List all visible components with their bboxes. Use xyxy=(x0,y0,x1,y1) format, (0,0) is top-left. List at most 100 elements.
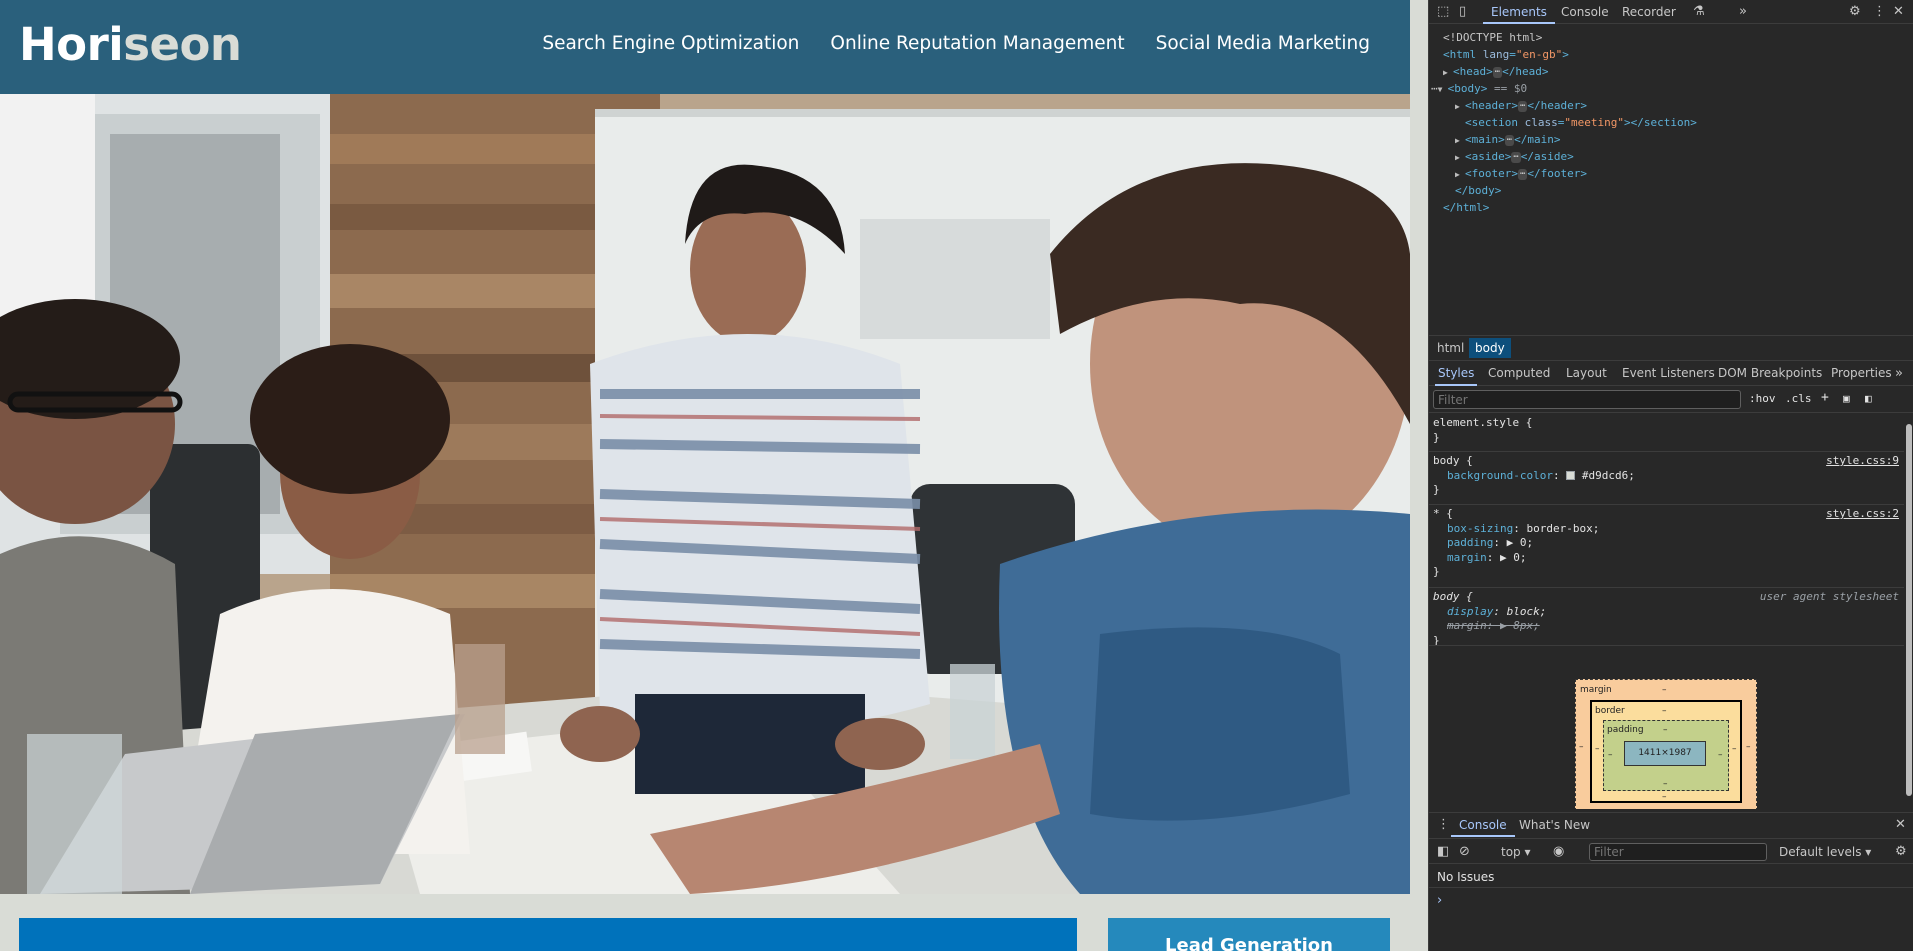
source-link[interactable]: style.css:9 xyxy=(1826,454,1899,469)
rule-body-bg[interactable]: style.css:9 body { background-color: #d9… xyxy=(1433,454,1903,498)
border-left-value: – xyxy=(1595,744,1600,754)
tab-console[interactable]: Console xyxy=(1553,0,1617,24)
padding-bottom-value: – xyxy=(1663,779,1668,789)
dom-main[interactable]: ▶ <main> ⋯ </main> xyxy=(1455,131,1561,149)
aside-title: Lead Generation xyxy=(1165,935,1333,951)
dom-body-close[interactable]: </body> xyxy=(1455,182,1501,199)
tab-styles[interactable]: Styles xyxy=(1435,361,1478,386)
more-tabs-icon[interactable]: » xyxy=(1739,0,1747,24)
logo-text-main: Hori xyxy=(19,18,124,71)
drawer-tab-whats-new[interactable]: What's New xyxy=(1511,813,1598,837)
devtools-panel: ⬚ ▯ Elements Console Recorder ⚗ » ⚙ ⋮ ✕ … xyxy=(1428,0,1913,951)
default-levels-dropdown[interactable]: Default levels ▾ xyxy=(1779,840,1871,864)
styles-pane: element.style { } style.css:9 body { bac… xyxy=(1429,414,1904,809)
tab-event-listeners[interactable]: Event Listeners xyxy=(1619,361,1718,386)
tab-layout[interactable]: Layout xyxy=(1563,361,1610,386)
box-model-padding-label: padding xyxy=(1607,725,1644,735)
paint-brush-icon[interactable]: ▣ xyxy=(1843,392,1850,405)
collapse-icon[interactable]: ▼ xyxy=(1438,81,1448,98)
more-options-icon[interactable]: ⋮ xyxy=(1873,0,1886,24)
eye-icon[interactable]: ◉ xyxy=(1553,840,1564,864)
box-model-content[interactable]: 1411×1987 xyxy=(1624,741,1706,766)
close-drawer-icon[interactable]: ✕ xyxy=(1895,813,1906,837)
expand-icon[interactable]: ▶ xyxy=(1455,98,1465,115)
user-agent-label: user agent stylesheet xyxy=(1759,590,1899,603)
expand-icon[interactable]: ▶ xyxy=(1443,64,1453,81)
box-model-padding: padding – – – – 1411×1987 xyxy=(1603,720,1729,791)
styles-scrollbar[interactable] xyxy=(1904,414,1913,809)
cls-toggle[interactable]: .cls xyxy=(1785,392,1812,405)
styles-scroll-thumb[interactable] xyxy=(1906,424,1912,796)
expand-icon[interactable]: ▶ xyxy=(1455,132,1465,149)
hero-image-meeting xyxy=(0,94,1410,894)
device-toolbar-icon[interactable]: ▯ xyxy=(1459,0,1466,24)
crumb-html[interactable]: html xyxy=(1431,338,1470,358)
rule-universal[interactable]: style.css:2 * { box-sizing: border-box; … xyxy=(1433,507,1903,580)
tab-computed[interactable]: Computed xyxy=(1485,361,1553,386)
breadcrumb: html body xyxy=(1429,335,1913,359)
site-logo[interactable]: Horiseon xyxy=(19,18,242,71)
border-bottom-value: – xyxy=(1662,792,1667,802)
color-swatch-icon[interactable] xyxy=(1566,471,1576,480)
tab-elements[interactable]: Elements xyxy=(1483,0,1555,24)
flask-icon: ⚗ xyxy=(1693,4,1705,19)
dom-section[interactable]: <section class="meeting"></section> xyxy=(1465,114,1697,131)
website-viewport: Horiseon Search Engine Optimization Onli… xyxy=(0,0,1410,951)
crumb-body[interactable]: body xyxy=(1469,338,1511,358)
drawer-menu-icon[interactable]: ⋮ xyxy=(1437,813,1450,837)
padding-left-value: – xyxy=(1608,750,1613,760)
context-select[interactable]: top ▾ xyxy=(1501,840,1531,864)
margin-left-value: – xyxy=(1579,742,1584,752)
tab-recorder[interactable]: Recorder xyxy=(1614,0,1684,24)
border-top-value: – xyxy=(1662,706,1667,716)
no-issues-text: No Issues xyxy=(1437,870,1495,884)
console-sidebar-icon[interactable]: ◧ xyxy=(1437,840,1449,864)
elements-subtabs: Styles Computed Layout Event Listeners D… xyxy=(1429,360,1913,386)
margin-right-value: – xyxy=(1746,742,1751,752)
styles-filter-input[interactable] xyxy=(1433,390,1741,409)
close-devtools-icon[interactable]: ✕ xyxy=(1893,0,1904,24)
new-rule-icon[interactable]: + xyxy=(1821,390,1829,405)
box-model-border-label: border xyxy=(1595,706,1625,716)
margin-top-value: – xyxy=(1662,685,1667,695)
devtools-toolbar: ⬚ ▯ Elements Console Recorder ⚗ » ⚙ ⋮ ✕ xyxy=(1429,0,1913,24)
source-link[interactable]: style.css:2 xyxy=(1826,507,1899,522)
clear-console-icon[interactable]: ⊘ xyxy=(1459,840,1470,864)
dom-footer[interactable]: ▶ <footer> ⋯ </footer> xyxy=(1455,165,1587,183)
console-input-divider xyxy=(1429,887,1913,888)
expand-icon[interactable]: ▶ xyxy=(1455,149,1465,166)
more-subtabs-icon[interactable]: » xyxy=(1895,362,1903,386)
dom-head[interactable]: ▶ <head> ⋯ </head> xyxy=(1443,63,1549,81)
hov-toggle[interactable]: :hov xyxy=(1749,392,1776,405)
padding-right-value: – xyxy=(1718,750,1723,760)
dom-aside[interactable]: ▶ <aside> ⋯ </aside> xyxy=(1455,148,1574,166)
styles-filter-row: :hov .cls + ▣ ◧ xyxy=(1429,387,1913,413)
drawer-tab-console[interactable]: Console xyxy=(1451,813,1515,837)
default-levels-label: Default levels xyxy=(1779,845,1862,859)
box-model-diagram: margin – – – border – – – – padding – – … xyxy=(1575,679,1757,809)
aside-box: Lead Generation xyxy=(1108,918,1390,951)
settings-icon[interactable]: ⚙ xyxy=(1849,0,1861,24)
console-filter-input[interactable] xyxy=(1589,843,1767,861)
console-prompt[interactable]: › xyxy=(1437,893,1442,908)
console-toolbar: ◧ ⊘ top ▾ ◉ Default levels ▾ ⚙ xyxy=(1429,838,1913,864)
site-header: Horiseon Search Engine Optimization Onli… xyxy=(0,0,1410,94)
logo-text-accent: seon xyxy=(123,18,242,71)
dom-doctype[interactable]: <!DOCTYPE html> xyxy=(1443,29,1542,46)
tab-dom-breakpoints[interactable]: DOM Breakpoints xyxy=(1715,361,1825,386)
rule-element-style[interactable]: element.style { } xyxy=(1433,416,1903,445)
tab-properties[interactable]: Properties xyxy=(1828,361,1895,386)
toggle-sidebar-icon[interactable]: ◧ xyxy=(1865,392,1872,405)
dom-html[interactable]: <html lang="en-gb"> xyxy=(1443,46,1569,63)
inspect-element-icon[interactable]: ⬚ xyxy=(1437,0,1449,24)
hero-photo xyxy=(0,94,1410,894)
expand-icon[interactable]: ▶ xyxy=(1455,166,1465,183)
nav-link-social-media[interactable]: Social Media Marketing xyxy=(1156,33,1370,54)
nav-link-reputation[interactable]: Online Reputation Management xyxy=(830,33,1124,54)
dom-body-selected[interactable]: ⋯▼ <body> == $0 xyxy=(1431,80,1527,98)
dom-header[interactable]: ▶ <header> ⋯ </header> xyxy=(1455,97,1587,115)
console-settings-icon[interactable]: ⚙ xyxy=(1895,840,1907,864)
dom-html-close[interactable]: </html> xyxy=(1443,199,1489,216)
rule-user-agent-body[interactable]: user agent stylesheet body { display: bl… xyxy=(1433,590,1903,648)
nav-link-seo[interactable]: Search Engine Optimization xyxy=(542,33,799,54)
